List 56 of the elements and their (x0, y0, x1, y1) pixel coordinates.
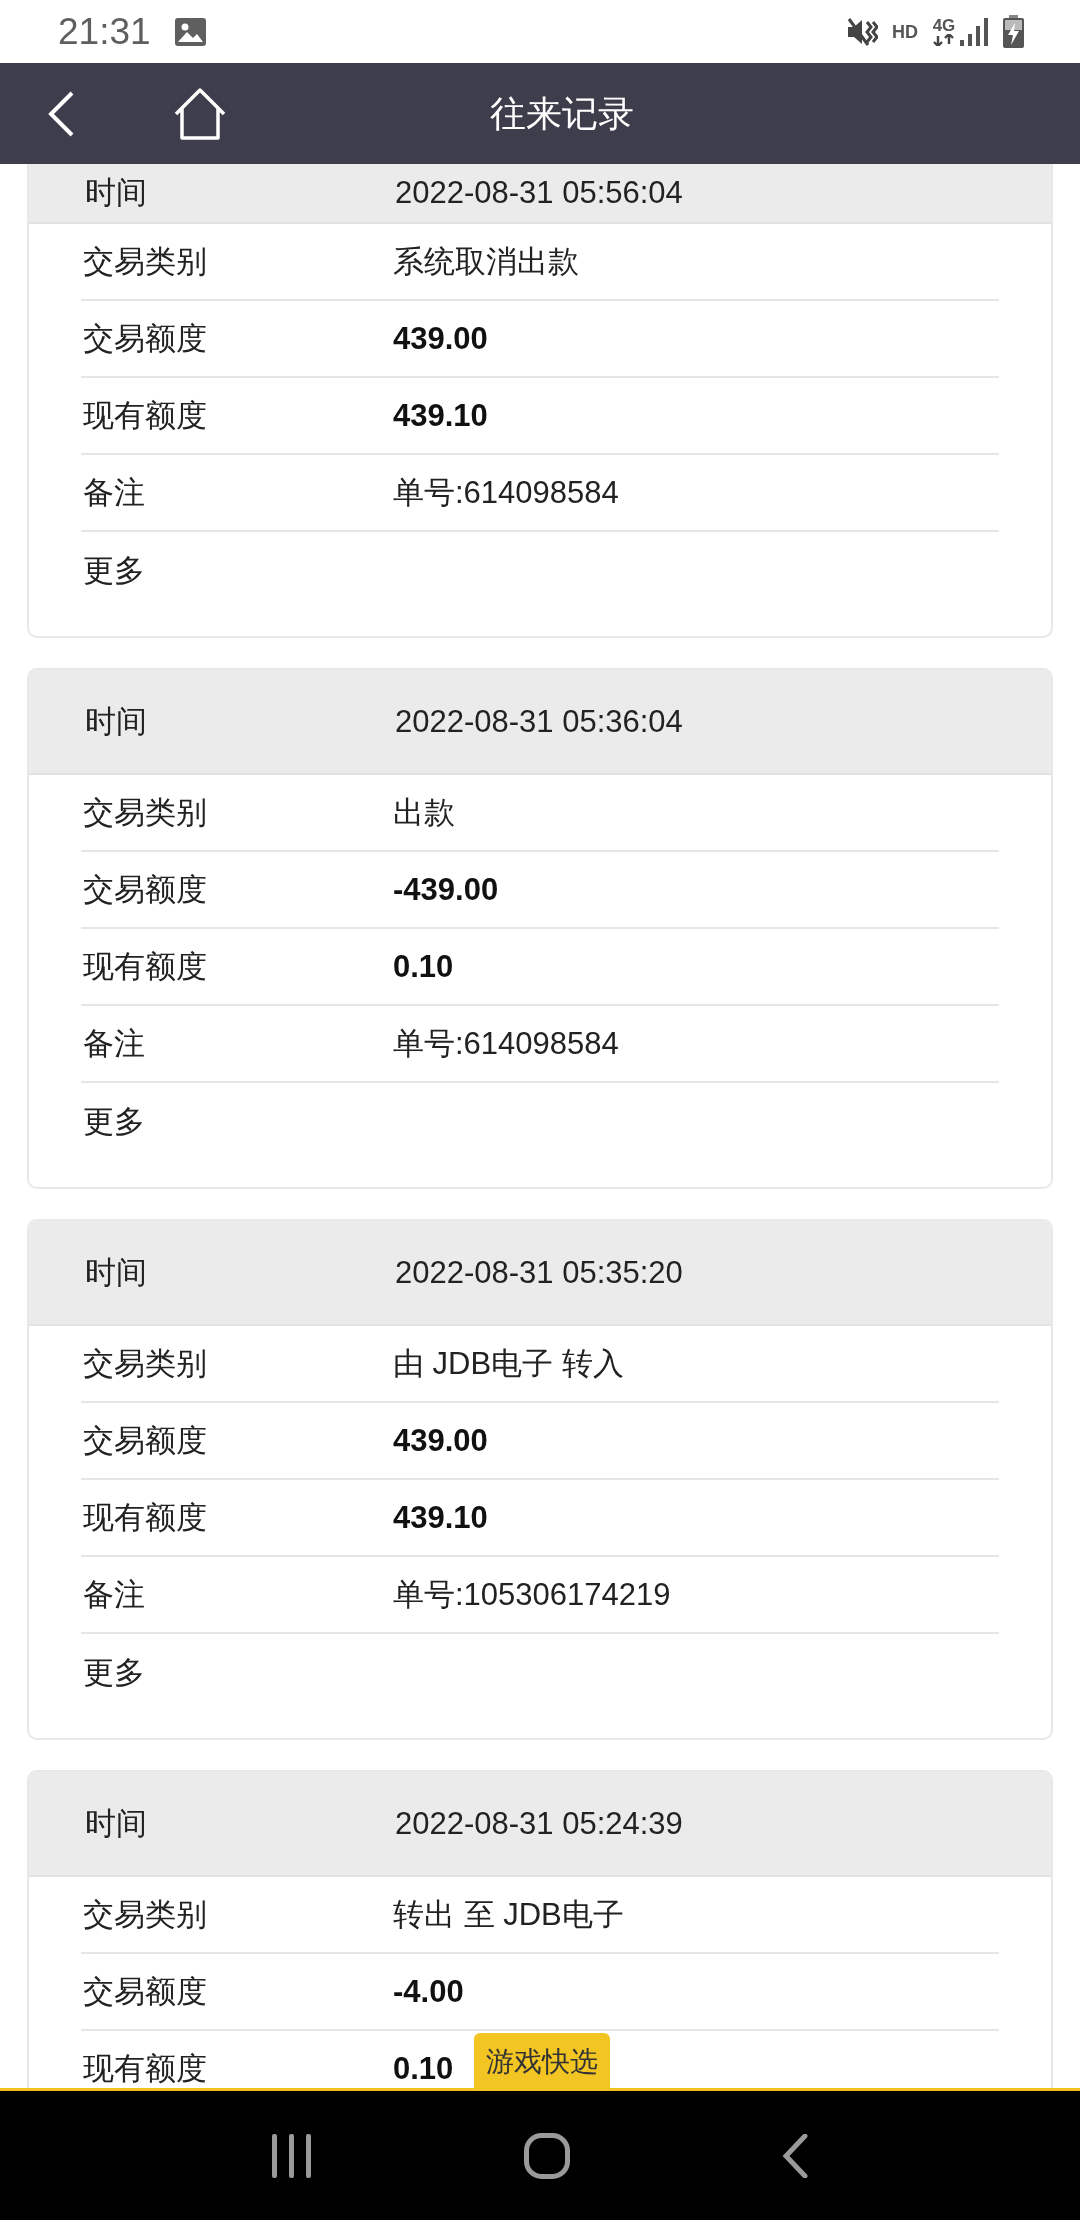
field-label: 交易额度 (82, 319, 208, 358)
battery-charging-icon (1003, 15, 1024, 48)
more-link[interactable]: 更多 (81, 1652, 145, 1693)
field-label: 交易类别 (82, 1344, 208, 1383)
field-label: 现有额度 (82, 396, 208, 435)
field-label: 交易类别 (82, 242, 208, 281)
time-value: 2022-08-31 05:35:20 (395, 1253, 683, 1292)
field-label: 现有额度 (82, 1498, 208, 1537)
signal-icon (960, 17, 989, 46)
field-value: -439.00 (393, 870, 499, 909)
field-value: 439.10 (393, 1498, 488, 1537)
field-value: 单号:105306174219 (393, 1575, 671, 1614)
network-type-label: 4G (932, 17, 956, 34)
field-label: 交易额度 (82, 1972, 208, 2011)
quick-select-tab[interactable]: 游戏快选 (474, 2033, 610, 2091)
time-value: 2022-08-31 05:36:04 (395, 702, 683, 741)
field-value: 单号:614098584 (393, 1024, 619, 1063)
home-icon (173, 87, 227, 140)
more-link[interactable]: 更多 (81, 550, 145, 591)
field-value: 439.10 (393, 396, 488, 435)
back-chevron-icon (47, 90, 75, 137)
field-value: 0.10 (393, 2049, 454, 2088)
time-value: 2022-08-31 05:24:39 (395, 1804, 683, 1843)
field-label: 交易额度 (82, 1421, 208, 1460)
field-label: 交易类别 (82, 1895, 208, 1934)
image-icon (174, 17, 206, 46)
more-link[interactable]: 更多 (81, 1101, 145, 1142)
time-label: 时间 (84, 1804, 148, 1843)
recent-apps-icon[interactable] (272, 2133, 312, 2178)
hd-label: HD (892, 21, 918, 42)
field-value: 439.00 (393, 1421, 488, 1460)
field-value: 0.10 (393, 947, 454, 986)
back-nav-icon[interactable] (782, 2133, 808, 2178)
field-label: 交易类别 (82, 793, 208, 832)
field-label: 备注 (82, 473, 146, 512)
field-label: 现有额度 (82, 947, 208, 986)
home-button[interactable] (172, 86, 228, 141)
field-value: 出款 (393, 793, 455, 832)
status-time: 21:31 (58, 9, 151, 54)
time-label: 时间 (84, 174, 148, 212)
field-value: 系统取消出款 (393, 242, 579, 281)
time-label: 时间 (84, 702, 148, 741)
time-value: 2022-08-31 05:56:04 (395, 174, 683, 212)
field-label: 备注 (82, 1024, 146, 1063)
field-label: 备注 (82, 1575, 146, 1614)
field-value: 由 JDB电子 转入 (393, 1344, 624, 1383)
time-label: 时间 (84, 1253, 148, 1292)
field-label: 现有额度 (82, 2049, 208, 2088)
field-value: -4.00 (393, 1972, 464, 2011)
page-title: 往来记录 (490, 91, 634, 136)
field-value: 转出 至 JDB电子 (393, 1895, 624, 1934)
field-value: 单号:614098584 (393, 473, 619, 512)
field-value: 439.00 (393, 319, 488, 358)
field-label: 交易额度 (82, 870, 208, 909)
data-arrows-icon (932, 34, 956, 46)
home-nav-icon[interactable] (524, 2132, 570, 2179)
